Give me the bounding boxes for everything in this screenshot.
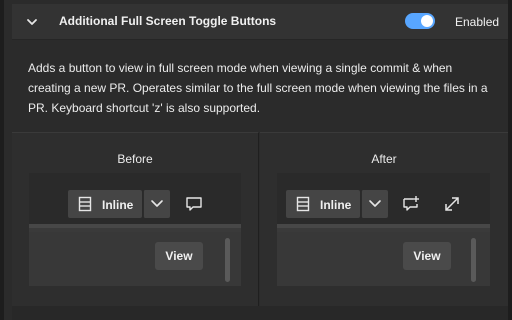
comment-icon[interactable] [185, 195, 203, 213]
feature-header[interactable]: Additional Full Screen Toggle Buttons En… [12, 4, 508, 40]
before-title: Before [117, 152, 153, 166]
chevron-down-icon [369, 200, 381, 207]
before-toolbar: Inline [29, 173, 241, 228]
settings-card: Additional Full Screen Toggle Buttons En… [0, 0, 512, 320]
after-title: After [371, 152, 397, 166]
after-panel: After Inline View [260, 132, 508, 306]
after-inline-label: Inline [320, 198, 352, 212]
after-inline-button[interactable]: Inline [286, 190, 360, 218]
before-panel: Before Inline View [12, 132, 259, 306]
before-view-button[interactable]: View [155, 242, 203, 270]
before-inline-label: Inline [102, 198, 134, 212]
feature-description: Adds a button to view in full screen mod… [28, 61, 488, 115]
feature-title: Additional Full Screen Toggle Buttons [59, 14, 277, 28]
after-view-button[interactable]: View [403, 242, 451, 270]
after-toolbar: Inline [277, 173, 490, 228]
toggle-knob [421, 15, 433, 27]
file-icon [296, 196, 310, 212]
file-icon [78, 196, 92, 212]
before-content: View [29, 232, 241, 286]
bottom-divider [12, 306, 508, 320]
after-content: View [277, 232, 490, 286]
chevron-down-icon[interactable] [25, 15, 39, 29]
comment-add-icon[interactable] [402, 195, 420, 213]
chevron-down-icon [151, 200, 163, 207]
before-scrollbar[interactable] [225, 238, 230, 282]
before-mode-dropdown[interactable] [143, 190, 170, 218]
status-label: Enabled [455, 15, 500, 29]
after-mode-dropdown[interactable] [361, 190, 388, 218]
expand-icon[interactable] [443, 195, 461, 213]
before-inline-button[interactable]: Inline [68, 190, 142, 218]
after-scrollbar[interactable] [471, 238, 476, 282]
after-preview: Inline View [277, 173, 490, 286]
enable-toggle[interactable] [405, 13, 435, 29]
before-preview: Inline View [29, 173, 241, 286]
